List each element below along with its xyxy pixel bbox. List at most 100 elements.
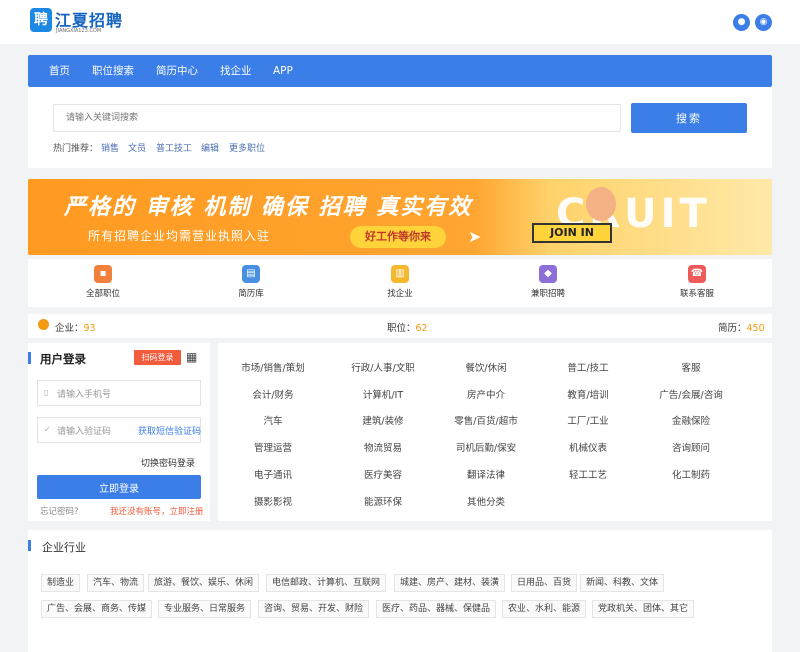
switch-password-login-link[interactable]: 切换密码登录: [141, 456, 195, 469]
job-category-link[interactable]: 广告/会展/咨询: [641, 387, 741, 401]
job-category-link[interactable]: 司机后勤/保安: [436, 440, 536, 454]
job-category-link[interactable]: 化工制药: [641, 467, 741, 481]
industry-tag[interactable]: 旅游、餐饮、娱乐、休闲: [148, 574, 260, 592]
scan-login-button[interactable]: 扫码登录: [134, 350, 181, 365]
industry-tag[interactable]: 日用品、百货: [511, 574, 578, 592]
job-category-link[interactable]: 行政/人事/文职: [333, 360, 433, 374]
logo-icon[interactable]: 聘: [30, 8, 52, 32]
register-link[interactable]: 我还没有账号，立即注册: [110, 505, 204, 517]
nav-item-home[interactable]: 首页: [49, 55, 70, 87]
industry-tag[interactable]: 电信邮政、计算机、互联网: [266, 574, 387, 592]
banner-headline: 严格的 审核 机制 确保 招聘 真实有效: [64, 195, 473, 220]
job-category-link[interactable]: 其他分类: [436, 494, 536, 508]
pie-chart-icon: [38, 319, 49, 330]
banner-pill: 好工作等你来: [350, 226, 446, 248]
industry-title: 企业行业: [42, 541, 86, 554]
job-category-link[interactable]: 能源环保: [333, 494, 433, 508]
banner-subline: 所有招聘企业均需营业执照入驻: [88, 229, 271, 243]
quick-cat-all-jobs[interactable]: ▪ 全部职位: [73, 265, 133, 299]
job-category-link[interactable]: 轻工工艺: [538, 467, 638, 481]
job-category-link[interactable]: 电子通讯: [223, 467, 323, 481]
hot-link-clerk[interactable]: 文员: [128, 141, 146, 154]
shield-check-icon: ✓: [44, 425, 51, 434]
industry-tag[interactable]: 广告、会展、商务、传媒: [41, 600, 153, 618]
quick-cat-companies[interactable]: ▥ 找企业: [370, 265, 430, 299]
job-category-link[interactable]: 工厂/工业: [538, 413, 638, 427]
section-accent-bar: [28, 540, 31, 551]
job-category-link[interactable]: 咨询顾问: [641, 440, 741, 454]
promo-banner[interactable]: 严格的 审核 机制 确保 招聘 真实有效 所有招聘企业均需营业执照入驻 好工作等…: [28, 179, 772, 255]
hot-link-editor[interactable]: 编辑: [201, 141, 219, 154]
stat-companies: 企业：93: [55, 323, 96, 334]
building-icon: ▥: [391, 265, 409, 283]
hot-link-worker[interactable]: 普工技工: [156, 141, 192, 154]
job-category-link[interactable]: 医疗美容: [333, 467, 433, 481]
job-category-link[interactable]: 市场/销售/策划: [223, 360, 323, 374]
industry-tag[interactable]: 城建、房产、建材、装潢: [394, 574, 506, 592]
hot-link-sales[interactable]: 销售: [101, 141, 119, 154]
stat-resumes: 简历：450: [718, 323, 765, 334]
industry-tag[interactable]: 制造业: [41, 574, 81, 592]
quick-cat-label: 找企业: [387, 289, 413, 299]
quick-cat-label: 联系客服: [679, 289, 714, 299]
job-category-link[interactable]: 物流贸易: [333, 440, 433, 454]
handshake-icon: ◆: [539, 265, 557, 283]
document-icon: ▤: [242, 265, 260, 283]
industry-tag[interactable]: 医疗、药品、器械、保健品: [376, 600, 497, 618]
quick-cat-resumes[interactable]: ▤ 简历库: [221, 265, 281, 299]
code-placeholder: 请输入验证码: [57, 427, 112, 437]
nav-item-job-search[interactable]: 职位搜索: [92, 55, 134, 87]
quick-cat-label: 兼职招聘: [530, 289, 565, 299]
job-category-link[interactable]: 机械仪表: [538, 440, 638, 454]
job-category-link[interactable]: 金融保险: [641, 413, 741, 427]
industry-tag[interactable]: 专业服务、日常服务: [158, 600, 252, 618]
forgot-password-link[interactable]: 忘记密码?: [40, 505, 79, 517]
search-input[interactable]: [53, 104, 621, 132]
section-accent-bar: [28, 352, 31, 364]
industry-tag[interactable]: 党政机关、团体、其它: [592, 600, 695, 618]
banner-join-sign: JOIN IN: [532, 223, 612, 243]
headset-icon: ☎: [688, 265, 706, 283]
job-category-link[interactable]: 汽车: [223, 413, 323, 427]
job-category-link[interactable]: 摄影影视: [223, 494, 323, 508]
hot-link-more[interactable]: 更多职位: [229, 141, 265, 154]
stat-jobs: 职位：62: [387, 323, 428, 334]
login-button[interactable]: 立即登录: [37, 475, 201, 499]
job-category-link[interactable]: 管理运营: [223, 440, 323, 454]
qr-code-icon[interactable]: ▦: [186, 351, 199, 364]
search-button[interactable]: 搜索: [631, 103, 747, 133]
job-category-link[interactable]: 餐饮/休闲: [436, 360, 536, 374]
job-category-link[interactable]: 会计/财务: [223, 387, 323, 401]
briefcase-icon: ▪: [94, 265, 112, 283]
job-category-link[interactable]: 建筑/装修: [333, 413, 433, 427]
phone-icon: ▯: [44, 388, 49, 397]
user-icon[interactable]: ●: [733, 14, 750, 31]
job-category-link[interactable]: 零售/百货/超市: [436, 413, 536, 427]
quick-cat-parttime[interactable]: ◆ 兼职招聘: [518, 265, 578, 299]
industry-tag[interactable]: 新闻、科教、文体: [580, 574, 665, 592]
nav-item-find-company[interactable]: 找企业: [220, 55, 252, 87]
location-icon[interactable]: ◉: [755, 14, 772, 31]
login-title: 用户登录: [40, 352, 86, 366]
job-category-link[interactable]: 教育/培训: [538, 387, 638, 401]
phone-placeholder: 请输入手机号: [57, 390, 112, 400]
job-category-link[interactable]: 翻译法律: [436, 467, 536, 481]
person-illustration-icon: [586, 187, 616, 221]
industry-tag[interactable]: 农业、水利、能源: [502, 600, 587, 618]
nav-item-resume-center[interactable]: 简历中心: [156, 55, 198, 87]
quick-cat-label: 简历库: [238, 289, 264, 299]
job-category-link[interactable]: 计算机/IT: [333, 387, 433, 401]
quick-cat-label: 全部职位: [85, 289, 120, 299]
paper-plane-icon: ➤: [468, 227, 482, 246]
hot-recommend-label: 热门推荐：: [53, 144, 99, 154]
job-category-link[interactable]: 客服: [641, 360, 741, 374]
main-nav: [28, 55, 772, 87]
job-category-link[interactable]: 普工/技工: [538, 360, 638, 374]
job-category-link[interactable]: 房产中介: [436, 387, 536, 401]
industry-tag[interactable]: 汽车、物流: [87, 574, 145, 592]
site-logo-subtitle: JIANGXIA123.COM: [56, 28, 102, 34]
nav-item-app[interactable]: APP: [273, 55, 293, 87]
get-sms-code-link[interactable]: 获取短信验证码: [138, 424, 201, 437]
industry-tag[interactable]: 咨询、贸易、开发、财险: [258, 600, 370, 618]
quick-cat-service[interactable]: ☎ 联系客服: [667, 265, 727, 299]
